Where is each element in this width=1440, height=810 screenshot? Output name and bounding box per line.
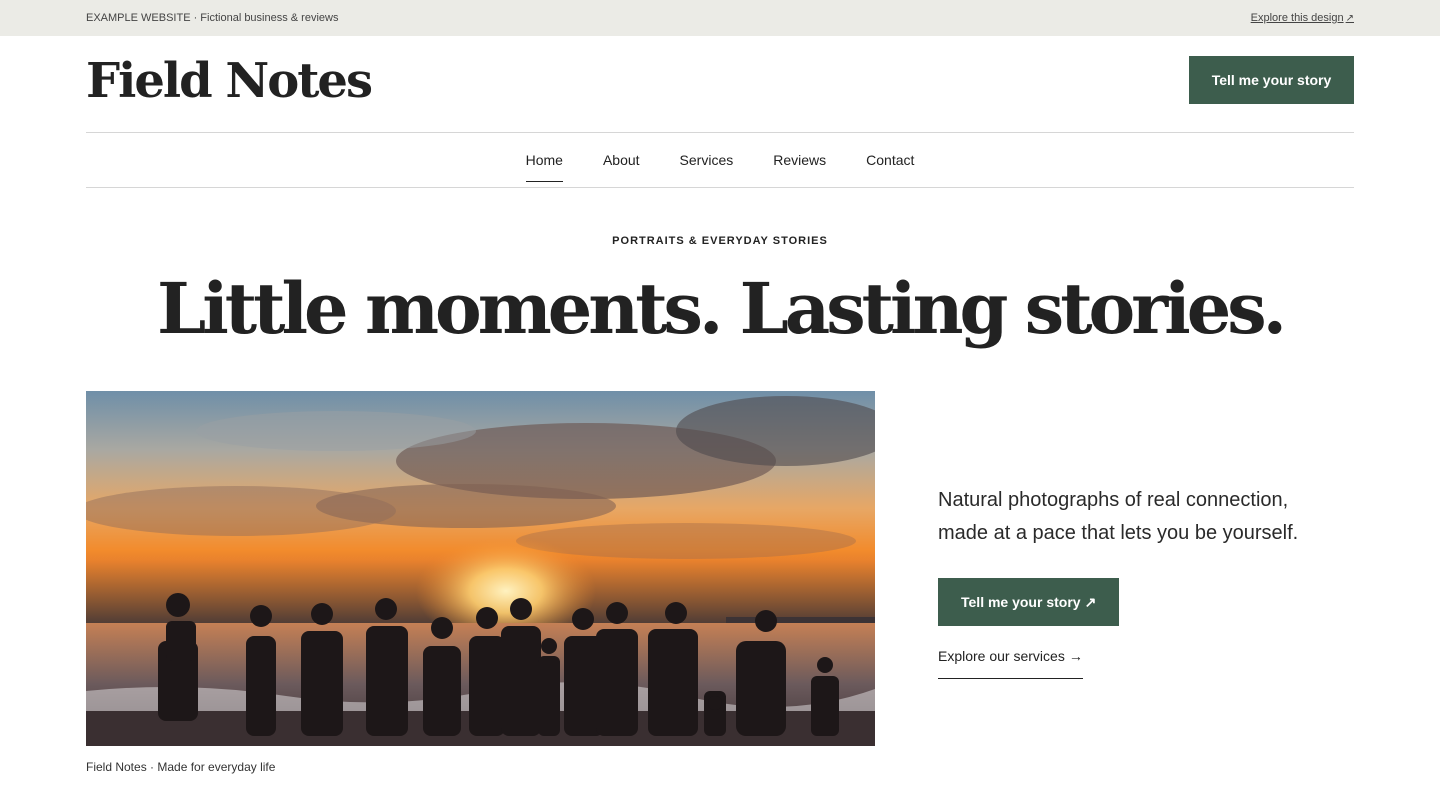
hero-lede: Natural photographs of real connection, … [938, 484, 1358, 550]
nav-item-home[interactable]: Home [525, 133, 564, 187]
hero-eyebrow: PORTRAITS & EVERYDAY STORIES [612, 235, 828, 247]
hero-cta-label: Tell me your story [961, 594, 1081, 610]
header-cta-button[interactable]: Tell me your story [1189, 56, 1354, 104]
hero-photo [86, 391, 875, 746]
hero-headline: Little moments. Lasting stories. [156, 267, 1287, 350]
arrow-right-icon: → [1068, 648, 1083, 664]
site-logo[interactable]: Field Notes [86, 53, 373, 109]
example-notice: EXAMPLE WEBSITE · Fictional business & r… [86, 12, 339, 24]
site-header: Field Notes Tell me your story [86, 36, 1354, 133]
arrow-up-right-icon: ↗ [1084, 593, 1097, 610]
explore-services-label: Explore our services [938, 648, 1065, 664]
nav-item-about[interactable]: About [603, 133, 640, 187]
nav-item-services[interactable]: Services [680, 133, 734, 187]
hero-lede-line-2: made at a pace that lets you be yourself… [938, 522, 1299, 544]
photo-caption: Field Notes · Made for everyday life [86, 760, 276, 774]
arrow-up-right-icon: ↗ [1345, 12, 1354, 24]
hero-side-panel: Natural photographs of real connection, … [938, 484, 1358, 679]
nav-item-reviews[interactable]: Reviews [773, 133, 826, 187]
hero-cta-button[interactable]: Tell me your story ↗ [938, 578, 1120, 626]
explore-services-link[interactable]: Explore our services → [938, 648, 1083, 679]
explore-design-link[interactable]: Explore this design ↗ [1251, 12, 1354, 24]
top-announcement-bar: EXAMPLE WEBSITE · Fictional business & r… [0, 0, 1440, 36]
hero-lede-line-1: Natural photographs of real connection, [938, 489, 1289, 511]
sunset-family-photo [86, 391, 875, 746]
explore-design-label: Explore this design [1250, 12, 1344, 24]
main-nav: Home About Services Reviews Contact [86, 133, 1354, 188]
nav-item-contact[interactable]: Contact [866, 133, 914, 187]
